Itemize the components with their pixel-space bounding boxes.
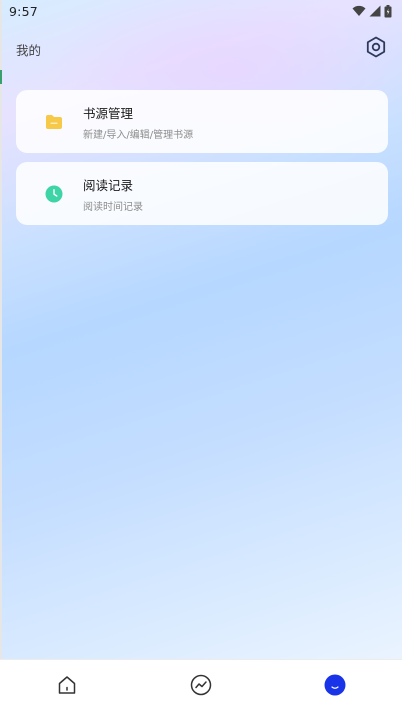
page-title: 我的: [16, 42, 42, 58]
nav-home[interactable]: [37, 665, 97, 709]
status-icons: [352, 4, 392, 18]
status-bar: 9:57: [0, 0, 402, 22]
nav-profile[interactable]: [305, 665, 365, 709]
card-text: 阅读记录 阅读时间记录: [83, 175, 143, 213]
profile-icon: [324, 674, 346, 700]
hexagon-settings-icon: [365, 36, 387, 62]
nav-trends[interactable]: [171, 665, 231, 709]
settings-button[interactable]: [364, 36, 388, 62]
book-source-management-card[interactable]: 书源管理 新建/导入/编辑/管理书源: [16, 90, 388, 153]
battery-icon: [384, 4, 392, 18]
status-time: 9:57: [9, 3, 38, 19]
card-title: 书源管理: [83, 105, 134, 121]
reading-history-card[interactable]: 阅读记录 阅读时间记录: [16, 162, 388, 225]
clock-icon: [43, 183, 65, 205]
bottom-navigation: [0, 659, 402, 713]
trend-icon: [190, 674, 212, 700]
card-subtitle: 新建/导入/编辑/管理书源: [83, 129, 194, 141]
left-edge-accent: [0, 70, 2, 84]
left-edge-divider: [0, 0, 2, 713]
folder-icon: [43, 111, 65, 133]
card-title: 阅读记录: [83, 177, 134, 193]
card-subtitle: 阅读时间记录: [83, 201, 143, 213]
wifi-icon: [352, 5, 366, 17]
signal-icon: [369, 5, 381, 17]
page-header: 我的: [0, 34, 402, 64]
card-text: 书源管理 新建/导入/编辑/管理书源: [83, 103, 193, 141]
home-icon: [56, 674, 78, 700]
